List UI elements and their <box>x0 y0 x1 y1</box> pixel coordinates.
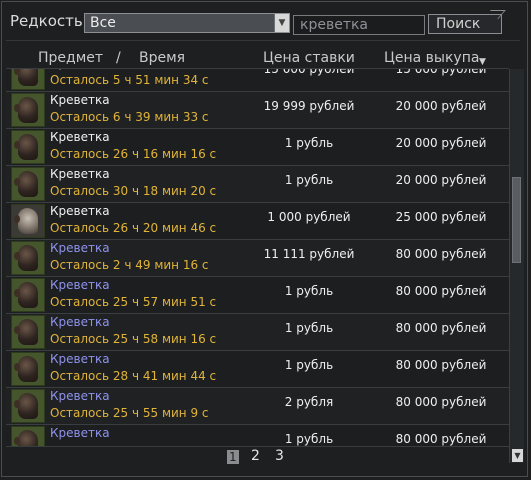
column-bid[interactable]: Цена ставки <box>263 50 355 66</box>
item-name: Креветка <box>50 389 110 403</box>
buyout-price: 15 000 рублей <box>395 69 487 76</box>
search-input[interactable]: креветка <box>293 15 425 35</box>
auction-list: Креветка Осталось 5 ч 51 мин 34 с 15 000 р… <box>6 69 509 446</box>
item-name: Креветка <box>50 93 110 107</box>
search-button[interactable]: Поиск <box>428 14 502 34</box>
buyout-price: 80 000 рублей <box>395 247 487 261</box>
shrimp-graphic <box>14 356 38 382</box>
bid-price: 1 рубль <box>284 173 334 187</box>
buyout-price: 25 000 рублей <box>395 210 487 224</box>
column-slash: / <box>116 50 121 66</box>
scroll-thumb[interactable] <box>512 177 521 263</box>
shrimp-graphic <box>14 282 38 308</box>
bid-price: 15 000 рублей <box>263 69 355 76</box>
bid-price: 2 рубля <box>284 395 334 409</box>
column-time[interactable]: Время <box>139 50 185 66</box>
shrimp-icon[interactable] <box>11 69 45 90</box>
item-name: Креветка <box>50 315 110 329</box>
item-name: Креветка <box>50 241 110 255</box>
shrimp-graphic <box>14 430 38 446</box>
buyout-price: 80 000 рублей <box>395 358 487 372</box>
list-item[interactable]: Креветка 1 рубль 80 000 рублей <box>6 425 509 446</box>
shrimp-icon[interactable] <box>11 426 45 446</box>
bid-price: 11 111 рублей <box>263 247 355 261</box>
sort-desc-icon[interactable]: ▼ <box>479 57 486 67</box>
shrimp-graphic <box>14 245 38 271</box>
buyout-price: 80 000 рублей <box>395 321 487 335</box>
list-item[interactable]: Креветка Осталось 6 ч 39 мин 33 с 19 999 р… <box>6 92 509 129</box>
list-item[interactable]: Креветка Осталось 26 ч 16 мин 16 с 1 рубль… <box>6 129 509 166</box>
bid-price: 1 рубль <box>284 136 334 150</box>
column-buyout[interactable]: Цена выкупа <box>384 50 479 66</box>
time-left: Осталось 25 ч 58 мин 16 с <box>50 332 217 346</box>
list-item[interactable]: Креветка Осталось 26 ч 20 мин 46 с 1 000 р… <box>6 203 509 240</box>
rarity-value: Все <box>90 15 116 31</box>
shrimp-icon[interactable] <box>11 130 45 164</box>
shrimp-icon[interactable] <box>11 278 45 312</box>
bid-price: 1 рубль <box>284 432 334 446</box>
list-item[interactable]: Креветка Осталось 2 ч 49 мин 16 с 11 111 р… <box>6 240 509 277</box>
rarity-label: Редкость <box>10 12 83 30</box>
time-left: Осталось 26 ч 16 мин 16 с <box>50 147 217 161</box>
time-left: Осталось 28 ч 41 мин 44 с <box>50 369 217 383</box>
item-name: Креветка <box>50 167 110 181</box>
shrimp-icon[interactable] <box>11 352 45 386</box>
shrimp-graphic <box>14 134 38 160</box>
shrimp-icon[interactable] <box>11 315 45 349</box>
shrimp-icon[interactable] <box>11 93 45 127</box>
shrimp-graphic <box>14 319 38 345</box>
buyout-price: 80 000 рублей <box>395 432 487 446</box>
bid-price: 1 рубль <box>284 358 334 372</box>
auction-window: Редкость Все ▼ креветка Поиск Предмет / … <box>0 0 531 480</box>
scrollbar[interactable]: ▼ <box>509 69 524 463</box>
bid-price: 1 рубль <box>284 284 334 298</box>
list-item[interactable]: Креветка Осталось 30 ч 18 мин 20 с 1 рубль… <box>6 166 509 203</box>
page-1[interactable]: 1 <box>227 450 239 464</box>
bid-price: 19 999 рублей <box>263 99 355 113</box>
page-2[interactable]: 2 <box>251 448 260 464</box>
shrimp-icon-pale[interactable] <box>11 204 45 238</box>
time-left: Осталось 2 ч 49 мин 16 с <box>50 258 209 272</box>
shrimp-graphic <box>14 393 38 419</box>
list-item[interactable]: Креветка Осталось 25 ч 57 мин 51 с 1 рубль… <box>6 277 509 314</box>
pager-divider <box>6 446 509 447</box>
time-left: Осталось 5 ч 51 мин 34 с <box>50 73 209 87</box>
buyout-price: 80 000 рублей <box>395 395 487 409</box>
bid-price: 1 рубль <box>284 321 334 335</box>
bid-price: 1 000 рублей <box>267 210 351 224</box>
item-name: Креветка <box>50 352 110 366</box>
item-name: Креветка <box>50 426 110 440</box>
scroll-down-arrow-icon[interactable]: ▼ <box>512 449 523 462</box>
time-left: Осталось 25 ч 57 мин 51 с <box>50 295 217 309</box>
time-left: Осталось 6 ч 39 мин 33 с <box>50 110 209 124</box>
shrimp-graphic <box>14 69 38 86</box>
filter-divider <box>6 40 520 41</box>
item-name: Креветка <box>50 69 110 70</box>
buyout-price: 20 000 рублей <box>395 173 487 187</box>
column-item[interactable]: Предмет <box>38 50 103 66</box>
item-name: Креветка <box>50 204 110 218</box>
shrimp-graphic <box>14 97 38 123</box>
rarity-dropdown[interactable]: Все ▼ <box>84 13 290 33</box>
dropdown-arrow-icon[interactable]: ▼ <box>274 14 289 32</box>
shrimp-graphic <box>14 208 38 234</box>
buyout-price: 20 000 рублей <box>395 99 487 113</box>
list-item[interactable]: Креветка Осталось 25 ч 55 мин 9 с 2 рубля 8… <box>6 388 509 425</box>
buyout-price: 80 000 рублей <box>395 284 487 298</box>
time-left: Осталось 25 ч 55 мин 9 с <box>50 406 209 420</box>
shrimp-graphic <box>14 171 38 197</box>
shrimp-icon[interactable] <box>11 167 45 201</box>
page-3[interactable]: 3 <box>275 448 284 464</box>
item-name: Креветка <box>50 278 110 292</box>
list-item[interactable]: Креветка Осталось 5 ч 51 мин 34 с 15 000 р… <box>6 69 509 92</box>
item-name: Креветка <box>50 130 110 144</box>
time-left: Осталось 30 ч 18 мин 20 с <box>50 184 217 198</box>
shrimp-icon[interactable] <box>11 389 45 423</box>
list-item[interactable]: Креветка Осталось 25 ч 58 мин 16 с 1 рубль… <box>6 314 509 351</box>
shrimp-icon[interactable] <box>11 241 45 275</box>
buyout-price: 20 000 рублей <box>395 136 487 150</box>
time-left: Осталось 26 ч 20 мин 46 с <box>50 221 217 235</box>
list-item[interactable]: Креветка Осталось 28 ч 41 мин 44 с 1 рубль… <box>6 351 509 388</box>
